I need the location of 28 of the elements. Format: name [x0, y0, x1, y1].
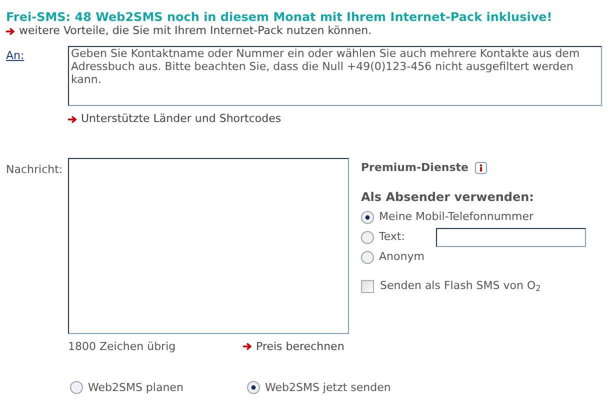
- sender-option-label[interactable]: Meine Mobil-Telefonnummer: [379, 208, 534, 226]
- arrow-icon: [243, 342, 252, 351]
- price-link[interactable]: Preis berechnen: [256, 340, 344, 354]
- recipient-label[interactable]: An:: [6, 46, 68, 106]
- benefits-link[interactable]: weitere Vorteile, die Sie mit Ihrem Internet-Pack nutzen können.: [19, 24, 372, 38]
- message-field[interactable]: [68, 158, 349, 334]
- arrow-icon: [68, 114, 77, 124]
- info-icon[interactable]: [474, 162, 486, 174]
- radio-button[interactable]: [361, 210, 374, 224]
- message-label: Nachricht:: [6, 162, 64, 178]
- banner-title: Frei-SMS: 48 Web2SMS noch in diesem Monat mit Ihrem Internet-Pack inklusive!: [6, 10, 554, 24]
- radio-button[interactable]: [70, 381, 83, 394]
- premium-title: Premium-Dienste: [361, 160, 468, 176]
- flash-label[interactable]: Senden als Flash SMS von O$_{2}$: [380, 278, 541, 294]
- sender-heading: Als Absender verwenden:: [361, 189, 535, 206]
- countries-link[interactable]: Unterstützte Länder und Shortcodes: [81, 111, 282, 128]
- sender-option-label[interactable]: Text:: [379, 228, 431, 246]
- radio-button[interactable]: [361, 230, 374, 244]
- flash-checkbox[interactable]: [361, 280, 374, 293]
- arrow-icon: [6, 26, 15, 36]
- recipient-field[interactable]: Geben Sie Kontaktname oder Nummer ein oder wählen Sie auch mehrere Kontakte aus dem Adressbuch aus. Bitte beachten Sie, dass die Null +49(0)123-456 nicht ausgefiltert werden kann.: [68, 46, 602, 106]
- radio-button[interactable]: [247, 381, 260, 394]
- radio-button[interactable]: [361, 250, 374, 264]
- character-counter: 1800 Zeichen übrig: [68, 340, 177, 354]
- sender-text-field[interactable]: [436, 228, 586, 246]
- send-option-label[interactable]: Web2SMS jetzt senden: [265, 380, 391, 396]
- sender-option-label[interactable]: Anonym: [379, 248, 424, 266]
- send-option-label[interactable]: Web2SMS planen: [88, 380, 184, 396]
